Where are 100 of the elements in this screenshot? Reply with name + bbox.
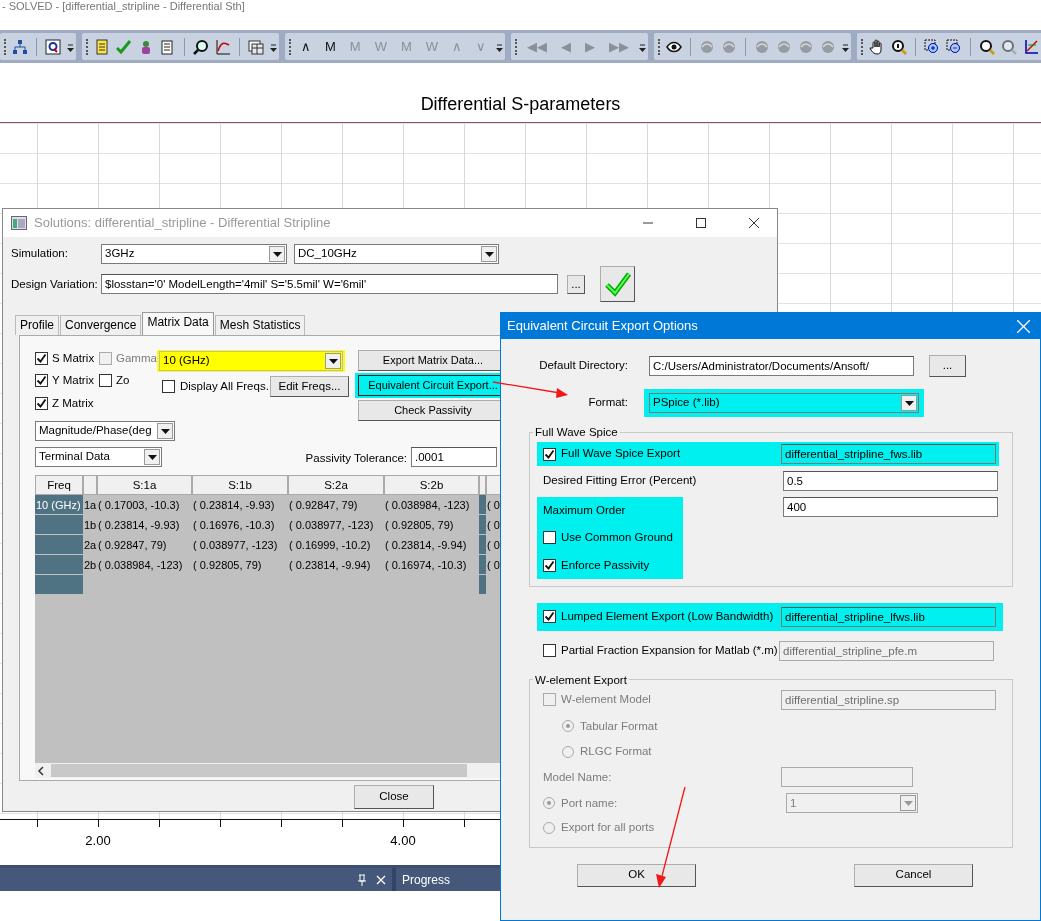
checkbox[interactable] bbox=[35, 352, 48, 366]
table-cell-text: ( 0.038977, -123) bbox=[192, 538, 279, 553]
column-header: S:1b bbox=[192, 475, 288, 495]
table-cell: 10 (GHz) bbox=[35, 495, 83, 515]
row-header: 2b bbox=[83, 558, 97, 573]
axes-icon[interactable] bbox=[1023, 38, 1040, 55]
checkbox[interactable] bbox=[543, 447, 556, 461]
text-field[interactable]: C:/Users/Administrator/Documents/Ansoft/ bbox=[649, 356, 914, 376]
tab[interactable]: Matrix Data bbox=[142, 312, 214, 335]
column-header: S:1a bbox=[97, 475, 192, 495]
field-label: Desired Fitting Error (Percent) bbox=[543, 473, 698, 489]
checkbox[interactable] bbox=[162, 380, 175, 393]
text-field[interactable]: 0.5 bbox=[783, 471, 998, 491]
checkbox-label: Enforce Passivity bbox=[561, 557, 650, 573]
checkbox[interactable] bbox=[35, 396, 48, 410]
dialog-button[interactable]: Cancel bbox=[854, 863, 973, 887]
checkmark-button[interactable] bbox=[600, 266, 635, 302]
checkbox[interactable] bbox=[543, 558, 556, 572]
checkbox-label: Z Matrix bbox=[52, 395, 94, 411]
checkbox[interactable] bbox=[35, 374, 48, 388]
radio-label: RLGC Format bbox=[580, 744, 652, 759]
field-label: Model Name: bbox=[543, 769, 613, 785]
browse-button[interactable]: ... bbox=[567, 274, 585, 294]
dialog-button[interactable]: OK bbox=[577, 863, 696, 887]
checkbox-label: Y Matrix bbox=[52, 373, 94, 389]
field-label: Design Variation: bbox=[11, 277, 99, 292]
window-icon bbox=[11, 216, 27, 230]
chart-icon[interactable] bbox=[215, 38, 231, 55]
text-field[interactable]: $losstan='0' ModelLength='4mil' S='5.5mil' W='6mil' bbox=[101, 274, 558, 294]
checkbox-label: Lumped Element Export (Low Bandwidth) bbox=[561, 609, 774, 625]
magnifier-icon[interactable] bbox=[979, 38, 996, 55]
column-header: S:2b bbox=[384, 475, 479, 495]
window-title: - SOLVED - [differential_stripline - Differential Sth] bbox=[1, 0, 246, 14]
browse-button[interactable]: ... bbox=[929, 355, 966, 377]
zoom-out-icon[interactable] bbox=[946, 38, 963, 55]
panel-title: Progress bbox=[402, 871, 451, 889]
zoom-in-icon[interactable] bbox=[924, 38, 941, 55]
caret-icon bbox=[147, 454, 157, 460]
toolbar-button[interactable]: M bbox=[321, 38, 340, 55]
tab[interactable]: Profile bbox=[15, 315, 59, 335]
hierarchy-icon[interactable] bbox=[12, 38, 28, 55]
dropdown[interactable]: Terminal Data bbox=[35, 447, 162, 467]
chevron-left-icon[interactable] bbox=[35, 764, 47, 777]
caret-icon bbox=[328, 358, 338, 364]
table-cell-text: ( 0.17003, -10.3) bbox=[97, 498, 181, 513]
dropdown[interactable]: DC_10GHz bbox=[294, 244, 499, 264]
caret-icon bbox=[160, 428, 170, 434]
row-header: 1a bbox=[83, 498, 97, 513]
text-field[interactable]: differential_stripline_pfe.m bbox=[779, 640, 994, 661]
caret-icon bbox=[904, 400, 914, 406]
checkbox-label: Zo bbox=[116, 373, 130, 389]
dropdown[interactable]: Magnitude/Phase(deg bbox=[35, 421, 175, 441]
tab[interactable]: Convergence bbox=[60, 315, 142, 335]
dropdown[interactable]: PSpice (*.lib) bbox=[649, 393, 919, 413]
text-field[interactable]: differential_stripline_lfws.lib bbox=[781, 606, 996, 627]
checkbox[interactable] bbox=[543, 531, 556, 545]
close-button[interactable]: Close bbox=[354, 785, 434, 809]
dialog-title: Solutions: differential_stripline - Differential Stripline bbox=[34, 214, 332, 233]
table-cell-text: ( 0.038984, -123) bbox=[97, 558, 184, 573]
text-field[interactable]: differential_stripline_fws.lib bbox=[781, 444, 996, 464]
dropdown[interactable]: 10 (GHz) bbox=[159, 351, 343, 371]
table-cell-text: ( 0.23814, -9.93) bbox=[192, 498, 276, 513]
magnifier-icon[interactable] bbox=[193, 38, 209, 55]
table-icon[interactable] bbox=[248, 38, 264, 55]
checkbox[interactable] bbox=[543, 644, 556, 658]
column-header: S:2a bbox=[288, 475, 384, 495]
toolbar-button[interactable]: ∧ bbox=[297, 38, 315, 55]
table-cell-text: ( 0.92805, 79) bbox=[192, 558, 263, 573]
maximize-icon[interactable] bbox=[696, 218, 706, 228]
checkmark-icon[interactable] bbox=[116, 38, 132, 55]
radio-label: Port name: bbox=[561, 795, 619, 811]
close-icon[interactable] bbox=[749, 218, 759, 228]
checkbox-label: Use Common Ground bbox=[561, 530, 673, 546]
checkbox[interactable] bbox=[543, 610, 556, 624]
document-icon[interactable] bbox=[160, 38, 176, 55]
checkbox[interactable] bbox=[99, 374, 112, 388]
group-label: W-element Export bbox=[534, 672, 628, 687]
magnifier-icon[interactable] bbox=[891, 38, 908, 55]
pin-icon[interactable] bbox=[357, 873, 367, 886]
table-cell-text: ( 0.038977, -123) bbox=[288, 518, 375, 533]
checkbox-label: Full Wave Spice Export bbox=[561, 446, 681, 462]
notepad-icon[interactable] bbox=[94, 38, 110, 55]
table-cell-text: ( 0.16999, -10.2) bbox=[288, 538, 372, 553]
text-field[interactable]: .0001 bbox=[411, 447, 497, 467]
edit-button[interactable]: Edit Freqs... bbox=[270, 376, 349, 397]
table-cell-text: ( 0.92847, 79) bbox=[288, 498, 359, 513]
radio-label: Export for all ports bbox=[561, 820, 655, 836]
dropdown[interactable]: 3GHz bbox=[101, 244, 287, 264]
magnifier-box-icon[interactable] bbox=[45, 38, 61, 55]
checkbox-label: Gamma bbox=[116, 351, 157, 366]
tab[interactable]: Mesh Statistics bbox=[214, 315, 306, 335]
caret-icon bbox=[903, 800, 913, 806]
axis-label: 4.00 bbox=[390, 832, 416, 850]
radio-label: Tabular Format bbox=[580, 718, 658, 734]
table-cell-text: ( 0.23814, -9.94) bbox=[288, 558, 372, 573]
text-field[interactable]: 400 bbox=[783, 497, 998, 517]
field-label: Format: bbox=[587, 395, 628, 411]
axis-label: 2.00 bbox=[85, 832, 111, 850]
checkbox-label: W-element Model bbox=[561, 692, 651, 708]
table-cell-text: ( 0.16976, -10.3) bbox=[192, 518, 276, 533]
